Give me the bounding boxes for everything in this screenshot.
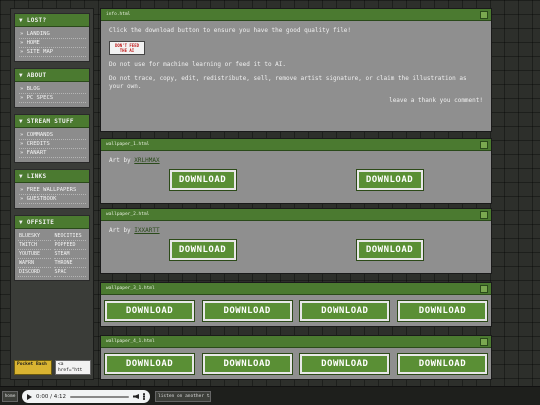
nav-link-site-map[interactable]: » SITE MAP bbox=[19, 48, 86, 57]
sidebar: ▼ LOST? » LANDING » HOME » SITE MAP ▼ AB… bbox=[10, 8, 94, 380]
nav-link-landing[interactable]: » LANDING bbox=[19, 30, 86, 39]
download-button[interactable]: DOWNLOAD bbox=[168, 239, 237, 261]
download-button[interactable]: DOWNLOAD bbox=[355, 239, 424, 261]
leave-comment-link[interactable]: leave a thank you comment! bbox=[109, 97, 483, 104]
artist-link[interactable]: XRLHMAX bbox=[134, 157, 159, 164]
info-download-note: Click the download button to ensure you … bbox=[109, 27, 352, 34]
artist-link[interactable]: IXXARTT bbox=[134, 227, 159, 234]
nav-box-offsite: ▼ OFFSITE BLUESKY NEOCITIES TWITCH POPFE… bbox=[14, 215, 90, 281]
dont-feed-ai-badge: DON'T FEED THE AI bbox=[109, 41, 145, 55]
wallpaper-window-1: wallpaper_1.html Art by XRLHMAX DOWNLOAD… bbox=[100, 138, 492, 204]
link-code-badge[interactable]: <a href="htt bbox=[55, 360, 91, 375]
listen-another-tab-button[interactable]: listen on another tab ⤴ bbox=[155, 391, 211, 402]
offsite-link-neocities[interactable]: NEOCITIES bbox=[53, 232, 86, 241]
nav-link-pc-specs[interactable]: » PC SPECS bbox=[19, 94, 86, 103]
offsite-link-wafrn[interactable]: WAFRN bbox=[18, 259, 51, 268]
download-button[interactable]: DOWNLOAD bbox=[396, 353, 488, 375]
nav-box-lost: ▼ LOST? » LANDING » HOME » SITE MAP bbox=[14, 13, 90, 62]
nav-box-about-title: ▼ ABOUT bbox=[15, 69, 89, 82]
nav-box-stream-title: ▼ STREAM STUFF bbox=[15, 115, 89, 128]
bottom-bar: home 0:00 / 4:12 listen on another tab ⤴ bbox=[0, 386, 540, 405]
download-button[interactable]: DOWNLOAD bbox=[168, 169, 237, 191]
audio-player: 0:00 / 4:12 bbox=[22, 390, 150, 403]
seek-bar[interactable] bbox=[70, 395, 129, 398]
more-options-icon[interactable] bbox=[143, 393, 145, 400]
wallpaper-window-4-title: wallpaper_4_1.html bbox=[101, 336, 491, 348]
download-button[interactable]: DOWNLOAD bbox=[355, 169, 424, 191]
nav-box-offsite-title: ▼ OFFSITE bbox=[15, 216, 89, 229]
nav-link-blog[interactable]: » BLOG bbox=[19, 85, 86, 94]
info-ai-note: Do not use for machine learning or feed … bbox=[109, 61, 287, 68]
download-button[interactable]: DOWNLOAD bbox=[299, 353, 391, 375]
download-button[interactable]: DOWNLOAD bbox=[201, 353, 293, 375]
offsite-link-steam[interactable]: STEAM bbox=[53, 250, 86, 259]
nav-link-guestbook[interactable]: » GUESTBOOK bbox=[19, 195, 86, 204]
art-credit: Art by XRLHMAX bbox=[109, 157, 483, 164]
nav-link-home[interactable]: » HOME bbox=[19, 39, 86, 48]
art-credit: Art by IXXARTT bbox=[109, 227, 483, 234]
pocket-bash-badge[interactable]: Pocket Bash bbox=[14, 360, 52, 375]
download-button[interactable]: DOWNLOAD bbox=[299, 300, 391, 322]
nav-link-credits[interactable]: » CREDITS bbox=[19, 140, 86, 149]
wallpaper-window-3-title: wallpaper_3_1.html bbox=[101, 283, 491, 295]
info-window: info.html Click the download button to e… bbox=[100, 8, 492, 132]
offsite-link-bluesky[interactable]: BLUESKY bbox=[18, 232, 51, 241]
play-icon[interactable] bbox=[27, 393, 32, 400]
download-button[interactable]: DOWNLOAD bbox=[396, 300, 488, 322]
nav-box-links-title: ▼ LINKS bbox=[15, 170, 89, 183]
offsite-link-spac[interactable]: SPAC bbox=[53, 268, 86, 277]
art-credit-prefix: Art by bbox=[109, 227, 135, 234]
nav-box-links: ▼ LINKS » FREE WALLPAPERS » GUESTBOOK bbox=[14, 169, 90, 209]
audio-time: 0:00 / 4:12 bbox=[36, 393, 67, 400]
wallpaper-window-4: wallpaper_4_1.html DOWNLOAD DOWNLOAD DOW… bbox=[100, 335, 492, 380]
download-button[interactable]: DOWNLOAD bbox=[104, 300, 195, 322]
nav-link-commands[interactable]: » COMMANDS bbox=[19, 131, 86, 140]
wallpaper-window-1-title: wallpaper_1.html bbox=[101, 139, 491, 151]
offsite-link-discord[interactable]: DISCORD bbox=[18, 268, 51, 277]
offsite-link-youtube[interactable]: YOUTUBE bbox=[18, 250, 51, 259]
offsite-link-throne[interactable]: THRONE bbox=[53, 259, 86, 268]
nav-link-fanart[interactable]: » FANART bbox=[19, 149, 86, 158]
download-button[interactable]: DOWNLOAD bbox=[201, 300, 293, 322]
offsite-link-twitch[interactable]: TWITCH bbox=[18, 241, 51, 250]
site-badges: Pocket Bash <a href="htt bbox=[14, 360, 91, 375]
art-credit-prefix: Art by bbox=[109, 157, 135, 164]
nav-link-free-wallpapers[interactable]: » FREE WALLPAPERS bbox=[19, 186, 86, 195]
wallpaper-window-2-title: wallpaper_2.html bbox=[101, 209, 491, 221]
home-button[interactable]: home bbox=[2, 391, 18, 402]
wallpaper-window-2: wallpaper_2.html Art by IXXARTT DOWNLOAD… bbox=[100, 208, 492, 274]
wallpaper-window-3: wallpaper_3_1.html DOWNLOAD DOWNLOAD DOW… bbox=[100, 282, 492, 327]
info-usage-note: Do not trace, copy, edit, redistribute, … bbox=[109, 75, 467, 90]
offsite-link-popfeed[interactable]: POPFEED bbox=[53, 241, 86, 250]
nav-box-about: ▼ ABOUT » BLOG » PC SPECS bbox=[14, 68, 90, 108]
download-button[interactable]: DOWNLOAD bbox=[104, 353, 195, 375]
volume-icon[interactable] bbox=[133, 394, 139, 399]
nav-box-lost-title: ▼ LOST? bbox=[15, 14, 89, 27]
info-window-title: info.html bbox=[101, 9, 491, 21]
nav-box-stream: ▼ STREAM STUFF » COMMANDS » CREDITS » FA… bbox=[14, 114, 90, 163]
